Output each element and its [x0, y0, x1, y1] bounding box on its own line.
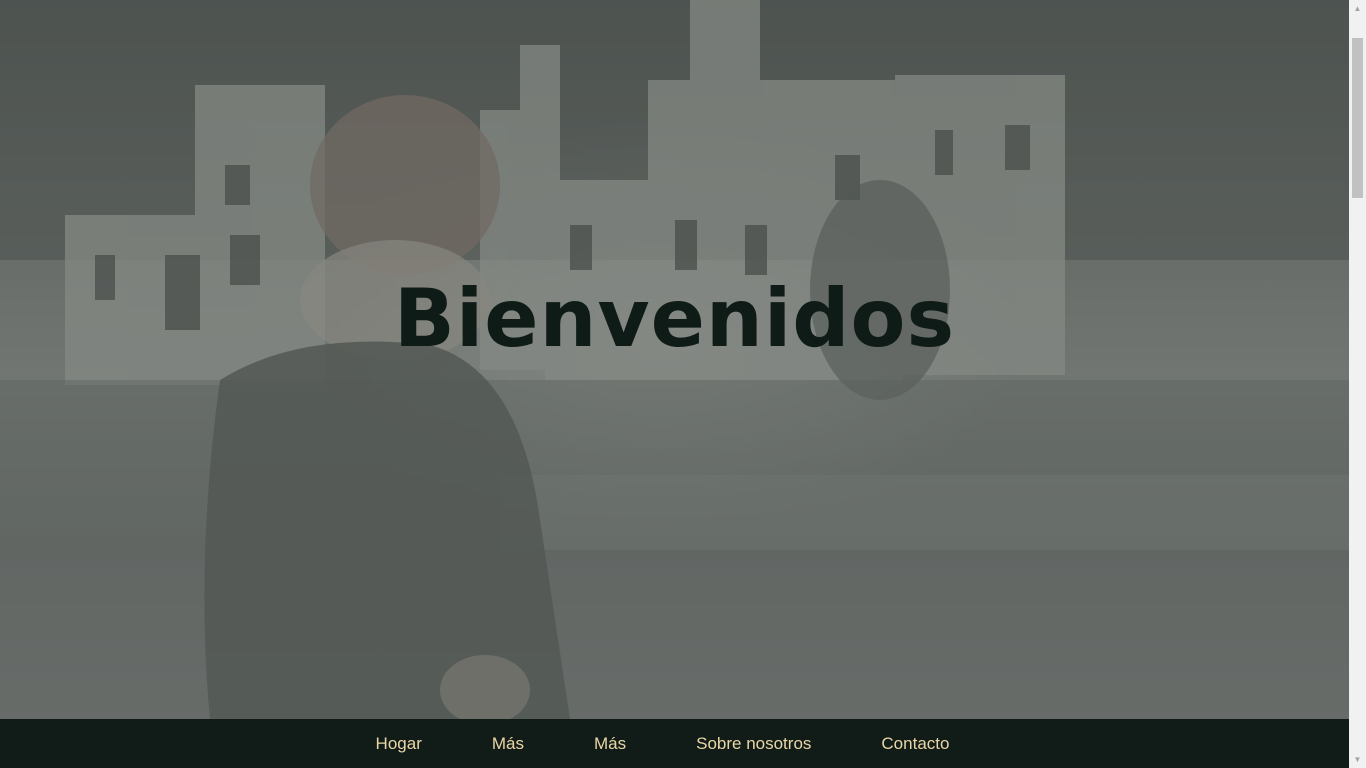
nav-item: Contacto — [881, 734, 949, 754]
vertical-scrollbar[interactable]: ▲ ▼ — [1349, 0, 1366, 768]
bottom-navigation: Hogar Más Más Sobre nosotros Contacto — [0, 719, 1349, 768]
nav-item: Más — [594, 734, 626, 754]
scrollbar-thumb[interactable] — [1352, 38, 1363, 198]
nav-link-sobre-nosotros[interactable]: Sobre nosotros — [696, 734, 811, 754]
nav-link-hogar[interactable]: Hogar — [376, 734, 422, 754]
hero-title: Bienvenidos — [393, 272, 956, 365]
nav-item: Más — [492, 734, 524, 754]
nav-item: Hogar — [376, 734, 422, 754]
arrow-up-icon[interactable]: ▲ — [1349, 0, 1366, 17]
nav-link-mas[interactable]: Más — [492, 734, 524, 754]
page: Bienvenidos Hogar Más Más Sobre nosotros… — [0, 0, 1349, 768]
hero-section: Bienvenidos — [0, 0, 1349, 719]
nav-list: Hogar Más Más Sobre nosotros Contacto — [341, 734, 985, 754]
arrow-down-icon[interactable]: ▼ — [1349, 751, 1366, 768]
nav-link-mas-2[interactable]: Más — [594, 734, 626, 754]
nav-item: Sobre nosotros — [696, 734, 811, 754]
nav-link-contacto[interactable]: Contacto — [881, 734, 949, 754]
